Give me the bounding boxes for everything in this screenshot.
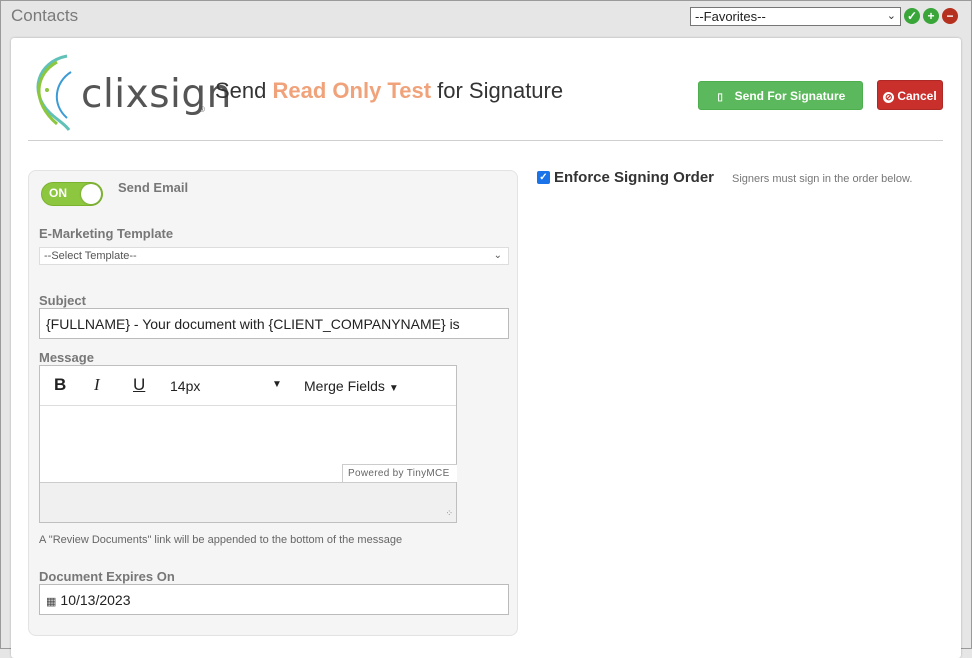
template-select[interactable]: --Select Template-- ⌄ xyxy=(39,247,509,265)
add-circle-icon[interactable]: + xyxy=(923,8,939,24)
expires-label: Document Expires On xyxy=(39,569,175,584)
send-email-toggle[interactable]: ON xyxy=(41,182,103,206)
caret-down-icon: ▼ xyxy=(388,383,399,394)
bold-button[interactable]: B xyxy=(54,375,66,395)
enforce-order-label[interactable]: Enforce Signing Order xyxy=(554,169,714,186)
enforce-order-help: Signers must sign in the order below. xyxy=(732,173,913,185)
expires-date-input[interactable]: ▦ 10/13/2023 xyxy=(39,584,509,615)
favorites-select[interactable]: --Favorites-- ⌄ xyxy=(690,7,901,26)
paper-plane-icon: ▯ xyxy=(717,92,723,103)
subject-label: Subject xyxy=(39,293,86,308)
send-for-signature-button[interactable]: ▯ Send For Signature xyxy=(698,81,863,110)
editor-statusbar: ⁘ xyxy=(40,482,456,522)
chevron-down-icon: ⌄ xyxy=(493,250,502,261)
cancel-button[interactable]: ⊘ Cancel xyxy=(877,80,943,110)
merge-fields-menu[interactable]: Merge Fields ▼ xyxy=(304,378,399,394)
underline-button[interactable]: U xyxy=(133,375,145,395)
page-title: Contacts xyxy=(11,6,79,25)
clixsign-logo: clixsign ® xyxy=(27,52,231,132)
powered-by-tinymce[interactable]: Powered by TinyMCE xyxy=(342,464,457,482)
editor-toolbar: B I U 14px ▼ Merge Fields ▼ xyxy=(40,366,456,406)
send-email-label: Send Email xyxy=(118,180,189,195)
subject-input[interactable]: {FULLNAME} - Your document with {CLIENT_… xyxy=(39,308,509,339)
header-divider xyxy=(28,140,943,141)
logo-swoosh-icon xyxy=(36,54,72,131)
top-bar: Contacts --Favorites-- ⌄ ✓ + − xyxy=(1,1,971,33)
calendar-icon: ▦ xyxy=(46,596,57,608)
send-button-label: Send For Signature xyxy=(734,89,846,103)
italic-button[interactable]: I xyxy=(94,375,100,395)
message-label: Message xyxy=(39,350,94,365)
review-link-note: A "Review Documents" link will be append… xyxy=(39,534,403,546)
font-size-select[interactable]: 14px xyxy=(170,378,200,394)
template-select-value: --Select Template-- xyxy=(44,250,137,262)
ban-icon: ⊘ xyxy=(883,92,895,103)
expires-date-value: 10/13/2023 xyxy=(60,592,131,608)
send-heading: Send Read Only Test for Signature xyxy=(215,78,563,104)
cancel-button-label: Cancel xyxy=(897,89,937,103)
remove-circle-icon[interactable]: − xyxy=(942,8,958,24)
caret-down-icon: ▼ xyxy=(272,379,282,390)
document-name: Read Only Test xyxy=(272,78,432,103)
heading-prefix: Send xyxy=(215,78,273,103)
logo-text: clixsign xyxy=(81,72,232,117)
toggle-knob xyxy=(81,184,101,204)
email-settings-card: ON Send Email E-Marketing Template --Sel… xyxy=(28,170,518,636)
logo-registered-mark: ® xyxy=(199,105,205,114)
message-editor: B I U 14px ▼ Merge Fields ▼ Powered by T… xyxy=(39,365,457,523)
resize-handle-icon[interactable]: ⁘ xyxy=(445,508,453,519)
send-panel: clixsign ® Send Read Only Test for Signa… xyxy=(11,38,961,658)
chevron-down-icon: ⌄ xyxy=(886,10,896,22)
template-label: E-Marketing Template xyxy=(39,226,174,241)
toggle-state-label: ON xyxy=(49,186,67,200)
enforce-order-checkbox[interactable]: ✓ xyxy=(537,171,550,184)
check-circle-icon[interactable]: ✓ xyxy=(904,8,920,24)
favorites-select-value: --Favorites-- xyxy=(695,9,766,24)
merge-fields-label: Merge Fields xyxy=(304,378,385,394)
heading-suffix: for Signature xyxy=(431,78,564,103)
